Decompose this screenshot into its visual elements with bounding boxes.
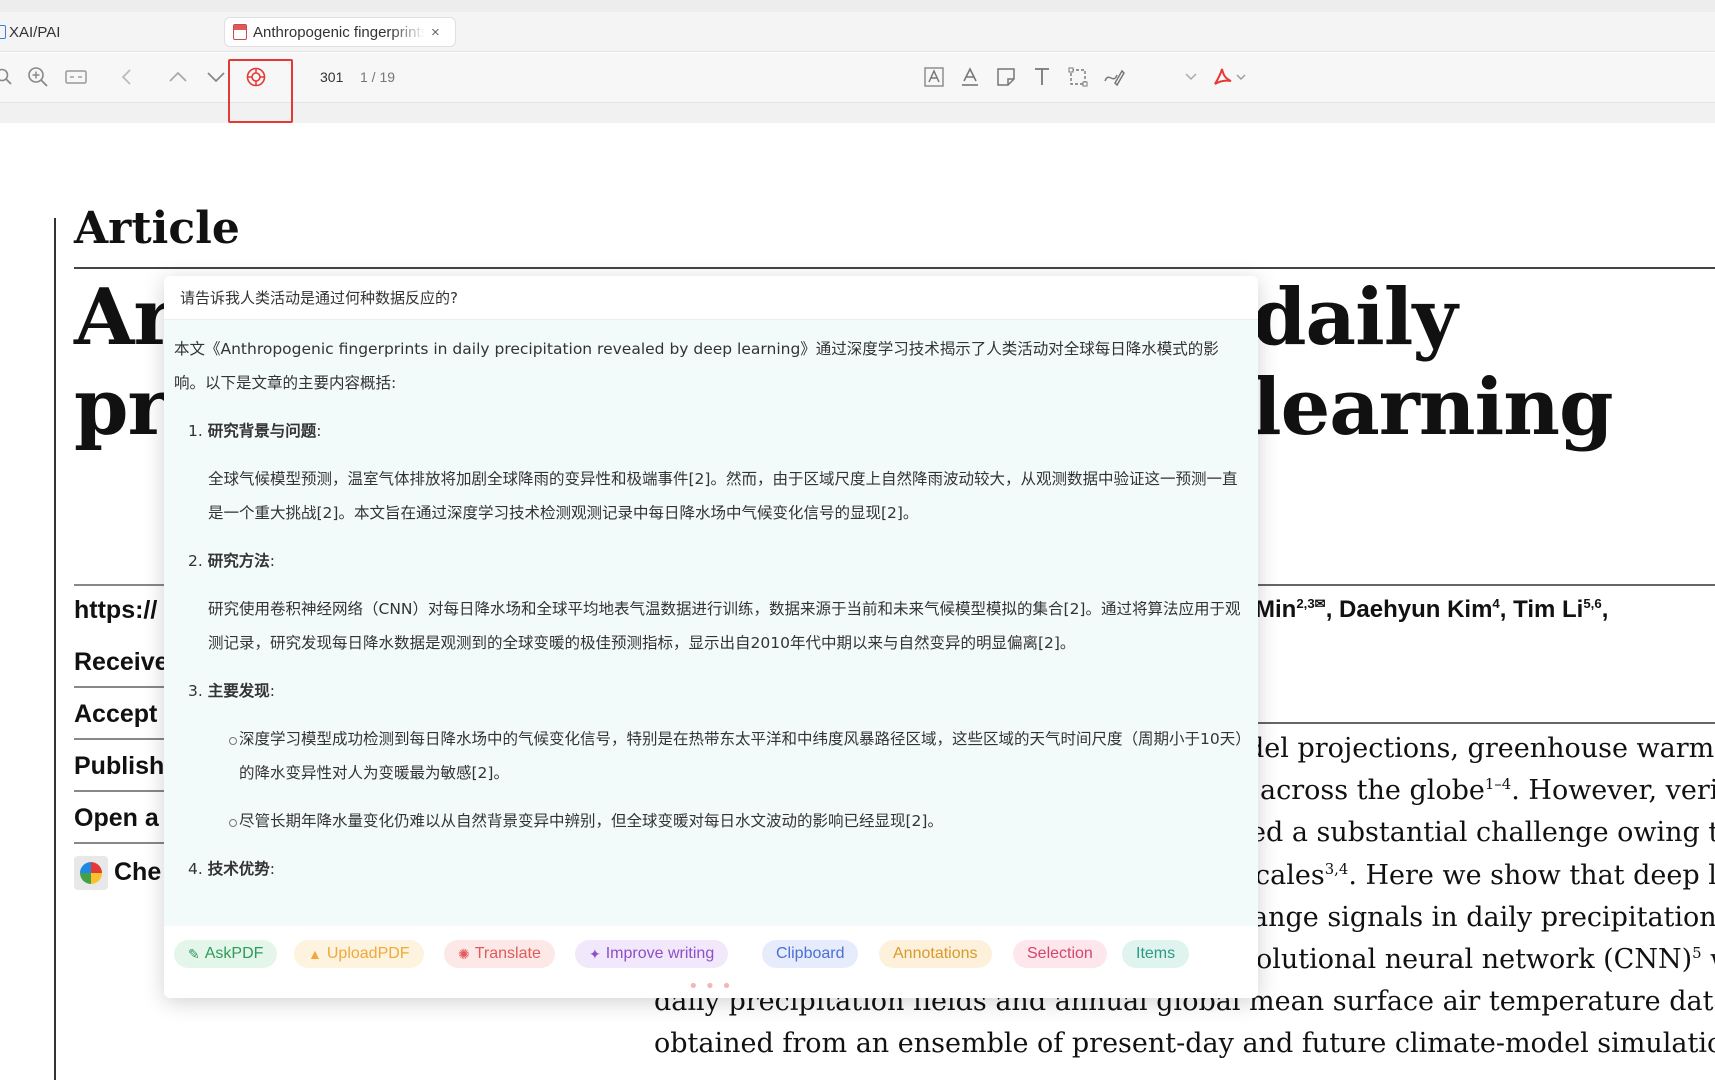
library-icon: [0, 25, 6, 39]
answer-section: 4. 技术优势:: [188, 860, 275, 878]
section-body: 全球气候模型预测，温室气体排放将加剧全球降雨的变异性和极端事件[2]。然而，由于…: [208, 470, 1238, 522]
chevron-down-icon[interactable]: [1182, 63, 1200, 91]
title-fragment: learning: [1252, 362, 1613, 453]
translate-button[interactable]: ✺ Translate: [444, 940, 555, 968]
acrobat-icon[interactable]: [1210, 63, 1236, 91]
abstract-line: olutional neural network (CNN)5 wi: [1256, 944, 1715, 975]
list-item: 深度学习模型成功检测到每日降水场中的气候变化信号，特别是在热带东太平洋和中纬度风…: [188, 722, 1248, 790]
askpdf-button[interactable]: ✎ AskPDF: [174, 940, 278, 968]
abstract-line: ange signals in daily precipitation fie: [1252, 902, 1715, 933]
quick-action-bar: ✎ AskPDF ▲ UploadPDF ✺ Translate ✦ Improve w…: [164, 926, 1258, 998]
section-heading: 研究方法: [207, 552, 270, 570]
improve-writing-button[interactable]: ✦ Improve writing: [575, 940, 729, 968]
pencil-icon: ✎: [188, 945, 200, 962]
tab-label: Anthropogenic fingerprints: [253, 23, 425, 41]
divider: [74, 584, 174, 586]
selection-button[interactable]: Selection: [1013, 940, 1107, 968]
crossmark-icon: [80, 862, 102, 884]
chevron-down-icon[interactable]: [1234, 63, 1248, 91]
clipboard-button[interactable]: Clipboard: [762, 940, 859, 968]
selection-highlight-box: [228, 59, 293, 123]
note-icon[interactable]: [992, 63, 1020, 91]
abstract-line: across the globe1–4. However, verifyi: [1260, 775, 1715, 806]
tab-label: XAI/PAI: [9, 23, 61, 41]
title-fragment: Ar: [74, 272, 175, 363]
title-fragment: pr: [74, 362, 169, 453]
ai-chat-popup: 请告诉我人类活动是通过何种数据反应的? 本文《Anthropogenic fin…: [164, 276, 1258, 998]
tab-bar: XAI/PAI Anthropogenic fingerprints ×: [0, 12, 1715, 52]
answer-section: 3. 主要发现: 深度学习模型成功检测到每日降水场中的气候变化信号，特别是在热带…: [174, 674, 1248, 838]
section-heading: 主要发现: [207, 682, 270, 700]
previous-page-icon[interactable]: [166, 63, 190, 91]
window-top-strip: [0, 0, 1715, 12]
abstract-line: obtained from an ensemble of present-day…: [654, 1028, 1715, 1059]
article-section-label: Article: [74, 203, 240, 254]
section-heading: 研究背景与问题: [207, 422, 317, 440]
pdf-file-icon: [233, 24, 247, 40]
zoom-out-icon[interactable]: [0, 63, 16, 91]
page-margin-line: [54, 218, 56, 1080]
ink-draw-icon[interactable]: [1100, 63, 1128, 91]
tab-pdf-document[interactable]: Anthropogenic fingerprints ×: [224, 17, 456, 47]
text-tool-icon[interactable]: [1028, 63, 1056, 91]
divider: [1255, 584, 1715, 586]
answer-section: 2. 研究方法: 研究使用卷积神经网络（CNN）对每日降水场和全球平均地表气温数…: [174, 544, 1248, 660]
author-list: Min2,3✉, Daehyun Kim4, Tim Li5,6,: [1255, 596, 1609, 623]
divider: [1255, 722, 1715, 724]
close-tab-icon[interactable]: ×: [431, 24, 440, 41]
divider: [74, 686, 174, 688]
area-select-icon[interactable]: [1064, 63, 1092, 91]
more-dots-icon[interactable]: •••: [688, 976, 738, 997]
annotations-button[interactable]: Annotations: [879, 940, 992, 968]
tab-xai-pai[interactable]: XAI/PAI: [0, 17, 200, 47]
page-number-input[interactable]: 301: [320, 69, 343, 85]
answer-intro: 本文《Anthropogenic fingerprints in daily p…: [174, 340, 1219, 392]
title-fragment: daily: [1252, 272, 1458, 363]
divider: [74, 738, 174, 740]
check-for-updates-badge[interactable]: [74, 856, 108, 890]
fit-page-icon[interactable]: [62, 63, 90, 91]
sun-icon: ✺: [458, 945, 470, 962]
section-heading: 技术优势: [207, 860, 270, 878]
next-page-icon[interactable]: [204, 63, 228, 91]
zoom-in-icon[interactable]: [24, 63, 52, 91]
page-indicator: 1 / 19: [360, 69, 396, 85]
user-question: 请告诉我人类活动是通过何种数据反应的?: [180, 289, 458, 307]
section-body: 研究使用卷积神经网络（CNN）对每日降水场和全球平均地表气温数据进行训练，数据来…: [208, 600, 1241, 652]
list-item: 尽管长期年降水量变化仍难以从自然背景变异中辨别，但全球变暖对每日水文波动的影响已…: [188, 804, 1248, 838]
abstract-line: del projections, greenhouse warmin: [1247, 733, 1715, 764]
highlight-text-icon[interactable]: [920, 63, 948, 91]
divider: [74, 267, 1715, 269]
bell-icon: ▲: [308, 946, 322, 962]
underline-text-icon[interactable]: [956, 63, 984, 91]
back-icon[interactable]: [114, 63, 138, 91]
ai-answer: 本文《Anthropogenic fingerprints in daily p…: [174, 332, 1248, 886]
abstract-line: ed a substantial challenge owing to: [1250, 817, 1715, 848]
abstract-line: cales3,4. Here we show that deep lear: [1255, 860, 1715, 891]
prompt-bar[interactable]: 请告诉我人类活动是通过何种数据反应的?: [164, 276, 1258, 320]
items-button[interactable]: Items: [1122, 940, 1190, 968]
divider: [74, 790, 174, 792]
uploadpdf-button[interactable]: ▲ UploadPDF: [294, 940, 424, 968]
sparkle-icon: ✦: [589, 945, 601, 962]
answer-section: 1. 研究背景与问题: 全球气候模型预测，温室气体排放将加剧全球降雨的变异性和极…: [174, 414, 1248, 530]
divider: [74, 842, 174, 844]
